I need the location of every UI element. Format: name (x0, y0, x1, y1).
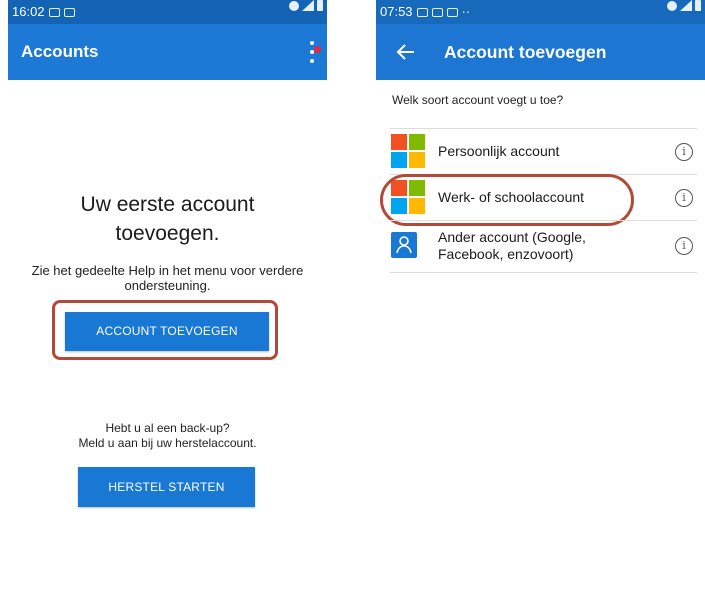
bluetooth-icon (667, 0, 677, 11)
add-account-button[interactable]: ACCOUNT TOEVOEGEN (65, 312, 269, 351)
highlight-annotation (380, 174, 634, 226)
notification-badge (314, 46, 321, 53)
backup-text: Hebt u al een back-up? Meld u aan bij uw… (8, 421, 327, 451)
image-icon (63, 7, 75, 17)
info-icon[interactable]: i (675, 143, 693, 161)
option-other-account[interactable]: Ander account (Google, Facebook, enzovoo… (376, 220, 705, 272)
status-bar: 07:53 ·· (376, 0, 705, 24)
help-text: Zie het gedeelte Help in het menu voor v… (31, 263, 304, 293)
image-icon (416, 7, 428, 17)
person-icon (391, 232, 417, 258)
account-type-question: Welk soort account voegt u toe? (392, 93, 564, 107)
back-arrow-icon[interactable] (394, 40, 418, 64)
left-phone-screen: 16:02 Accounts Uw eerste account toevoeg… (8, 0, 327, 578)
app-bar: Account toevoegen (376, 24, 705, 80)
signal-icon (302, 0, 314, 11)
option-label: Persoonlijk account (438, 143, 560, 159)
empty-state-title: Uw eerste account toevoegen. (80, 193, 255, 245)
notification-icon (431, 7, 443, 17)
info-icon[interactable]: i (675, 189, 693, 207)
sync-icon (446, 7, 458, 17)
info-icon[interactable]: i (675, 237, 693, 255)
backup-line-2: Meld u aan bij uw herstelaccount. (78, 436, 257, 450)
notification-icon (48, 7, 60, 17)
backup-line-1: Hebt u al een back-up? (105, 421, 230, 435)
status-more: ·· (461, 4, 471, 19)
status-time: 07:53 (380, 4, 413, 19)
app-title: Accounts (21, 42, 99, 61)
battery-icon (695, 0, 701, 11)
divider (390, 272, 697, 273)
microsoft-logo-icon (391, 134, 425, 168)
option-label: Ander account (Google, Facebook, enzovoo… (438, 229, 586, 262)
right-phone-screen: 07:53 ·· Account toevoegen Welk soort ac… (376, 0, 705, 597)
status-time: 16:02 (12, 4, 45, 19)
status-bar: 16:02 (8, 0, 327, 24)
app-title: Account toevoegen (444, 42, 607, 62)
app-bar: Accounts (8, 24, 327, 80)
signal-icon (680, 0, 692, 11)
battery-icon (317, 0, 323, 11)
start-recovery-button[interactable]: HERSTEL STARTEN (78, 467, 255, 507)
alarm-icon (289, 0, 299, 11)
option-personal-account[interactable]: Persoonlijk account i (376, 128, 705, 174)
